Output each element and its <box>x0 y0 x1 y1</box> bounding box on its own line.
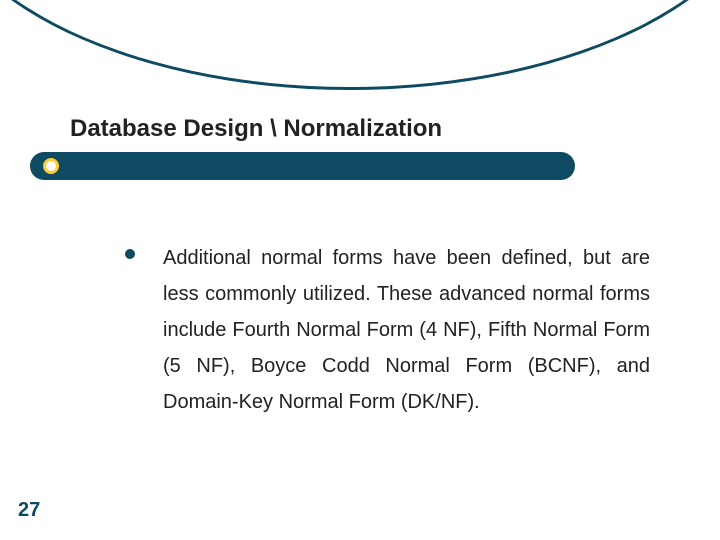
page-number: 27 <box>18 499 40 522</box>
accent-circle-icon <box>43 158 59 174</box>
slide-title: Database Design \ Normalization <box>70 115 442 143</box>
title-underline-bar <box>30 152 575 180</box>
bullet-icon <box>125 249 135 259</box>
bullet-text: Additional normal forms have been define… <box>163 240 650 420</box>
slide: Database Design \ Normalization Addition… <box>0 0 720 540</box>
bullet-item: Additional normal forms have been define… <box>125 240 650 420</box>
header-arc <box>0 0 720 90</box>
body-content: Additional normal forms have been define… <box>125 240 650 420</box>
